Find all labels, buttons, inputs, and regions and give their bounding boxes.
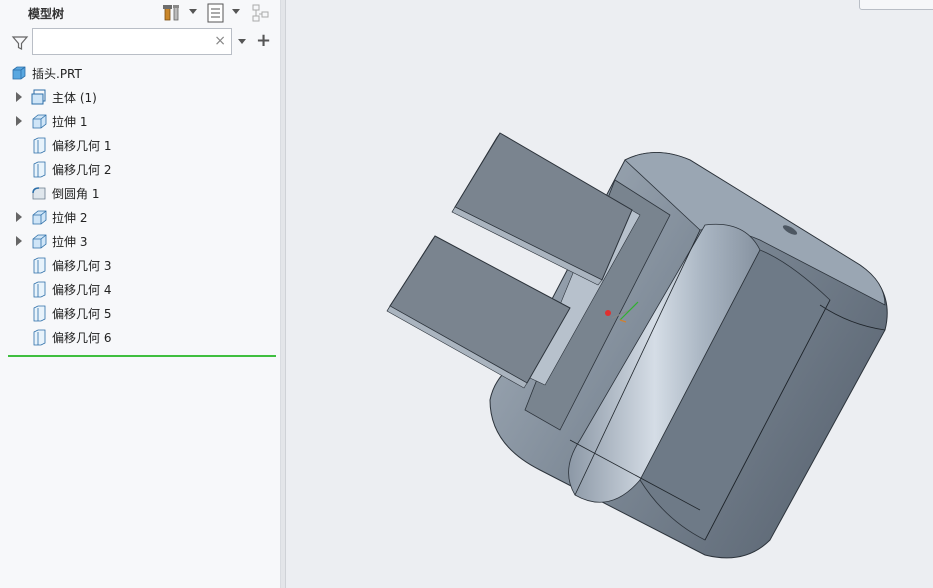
tree-item-label: 偏移几何 3 [52, 259, 112, 273]
part-icon [12, 66, 26, 80]
tree-item-label: 偏移几何 4 [52, 283, 112, 297]
tree-item-label: 偏移几何 6 [52, 331, 112, 345]
tree-root-label: 插头.PRT [32, 67, 82, 81]
graphics-viewport[interactable] [286, 0, 933, 588]
tree-item-label: 偏移几何 1 [52, 139, 112, 153]
extrude-icon [32, 234, 47, 249]
filter-icon[interactable] [11, 34, 29, 52]
tree-item[interactable]: 偏移几何 4 [0, 278, 276, 300]
model-tree-title: 模型树 [28, 7, 65, 21]
offset-geometry-icon [33, 281, 46, 298]
add-icon[interactable]: + [256, 32, 271, 50]
clear-search-icon[interactable]: × [214, 32, 226, 50]
tree-item[interactable]: 偏移几何 3 [0, 254, 276, 276]
tree-item[interactable]: 偏移几何 1 [0, 134, 276, 156]
expand-arrow-icon[interactable] [16, 116, 22, 126]
tree-item[interactable]: 拉伸 1 [0, 110, 276, 132]
offset-geometry-icon [33, 161, 46, 178]
offset-geometry-icon [33, 257, 46, 274]
tree-filter-icon[interactable] [251, 3, 271, 23]
tree-item[interactable]: 偏移几何 5 [0, 302, 276, 324]
model-tree-panel: 模型树 × + 插头.PRT 主体 (1) 拉伸 1 偏移几何 1 偏移几何 2… [0, 0, 281, 588]
tree-item-label: 倒圆角 1 [52, 187, 100, 201]
tree-item-label: 拉伸 1 [52, 115, 88, 129]
extrude-icon [32, 114, 47, 129]
offset-geometry-icon [33, 329, 46, 346]
tree-item-label: 主体 (1) [52, 91, 97, 105]
search-input[interactable] [39, 30, 213, 55]
tree-item-label: 拉伸 2 [52, 211, 88, 225]
tree-item-label: 偏移几何 2 [52, 163, 112, 177]
tree-item[interactable]: 偏移几何 6 [0, 326, 276, 348]
expand-arrow-icon[interactable] [16, 236, 22, 246]
tree-item[interactable]: 偏移几何 2 [0, 158, 276, 180]
body-icon [31, 89, 46, 105]
show-dropdown-caret[interactable] [232, 9, 240, 14]
tree-root-row[interactable]: 插头.PRT [0, 62, 276, 84]
offset-geometry-icon [33, 305, 46, 322]
tree-item[interactable]: 倒圆角 1 [0, 182, 276, 204]
viewport-corner-tab[interactable] [859, 0, 933, 10]
plug-3d-model[interactable] [286, 0, 933, 588]
insert-here-line[interactable] [8, 355, 276, 357]
offset-geometry-icon [33, 137, 46, 154]
tree-item-label: 偏移几何 5 [52, 307, 112, 321]
tree-item-label: 拉伸 3 [52, 235, 88, 249]
expand-arrow-icon[interactable] [16, 212, 22, 222]
search-field[interactable]: × [32, 28, 232, 55]
tree-item[interactable]: 主体 (1) [0, 86, 276, 108]
search-dropdown-caret[interactable] [238, 39, 246, 44]
tree-item[interactable]: 拉伸 3 [0, 230, 276, 252]
settings-dropdown-caret[interactable] [189, 9, 197, 14]
extrude-icon [32, 210, 47, 225]
expand-arrow-icon[interactable] [16, 92, 22, 102]
settings-tools-icon[interactable] [162, 3, 182, 23]
show-options-icon[interactable] [206, 3, 226, 23]
tree-item[interactable]: 拉伸 2 [0, 206, 276, 228]
round-icon [32, 187, 46, 200]
